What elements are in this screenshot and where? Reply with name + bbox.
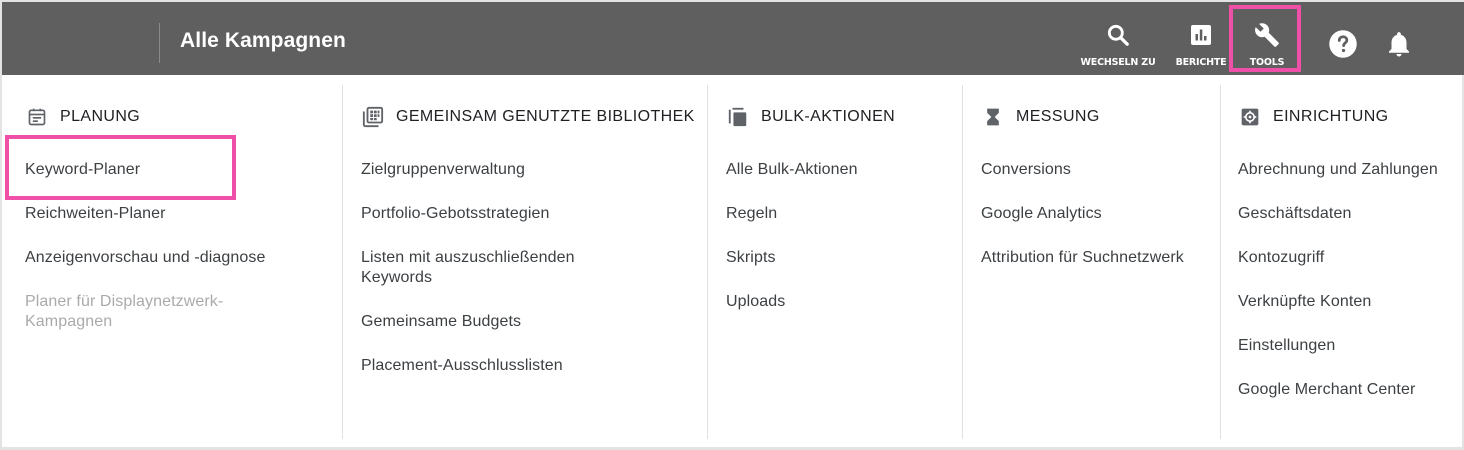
search-attribution-link[interactable]: Attribution für Suchnetzwerk <box>981 248 1184 268</box>
settings-icon <box>1239 106 1261 128</box>
wrench-icon <box>1254 22 1280 48</box>
account-access-link[interactable]: Kontozugriff <box>1238 248 1324 268</box>
uploads-link[interactable]: Uploads <box>726 292 785 312</box>
column-divider <box>707 85 708 439</box>
business-data-link[interactable]: Geschäftsdaten <box>1238 204 1351 224</box>
shared-library-heading: GEMEINSAM GENUTZTE BIBLIOTHEK <box>362 106 695 128</box>
conversions-link[interactable]: Conversions <box>981 160 1071 180</box>
tools-button[interactable]: TOOLS <box>1234 2 1300 75</box>
shared-budgets-link[interactable]: Gemeinsame Budgets <box>361 312 521 332</box>
reports-button[interactable]: BERICHTE <box>1172 2 1230 75</box>
setup-heading: EINRICHTUNG <box>1239 106 1389 128</box>
column-divider <box>1220 85 1221 439</box>
switch-to-label: WECHSELN ZU <box>1080 57 1156 68</box>
settings-link[interactable]: Einstellungen <box>1238 336 1335 356</box>
bulk-actions-heading: BULK-AKTIONEN <box>727 106 895 128</box>
billing-link[interactable]: Abrechnung und Zahlungen <box>1238 160 1438 180</box>
placement-exclusion-lists-link[interactable]: Placement-Ausschlusslisten <box>361 356 563 376</box>
hourglass-icon <box>982 106 1004 128</box>
column-divider <box>342 85 343 439</box>
google-analytics-link[interactable]: Google Analytics <box>981 204 1102 224</box>
portfolio-bid-strategies-link[interactable]: Portfolio-Gebotsstrategien <box>361 204 549 224</box>
planning-heading: PLANUNG <box>26 106 140 128</box>
reports-label: BERICHTE <box>1175 57 1227 68</box>
all-bulk-actions-link[interactable]: Alle Bulk-Aktionen <box>726 160 858 180</box>
display-planner-link: Planer für Displaynetzwerk-Kampagnen <box>25 293 224 330</box>
column-divider <box>962 85 963 439</box>
audience-manager-link[interactable]: Zielgruppenverwaltung <box>361 160 525 180</box>
scripts-link[interactable]: Skripts <box>726 248 776 268</box>
top-bar: Alle Kampagnen WECHSELN ZU BERICHTE TOOL… <box>2 2 1464 75</box>
merchant-center-link[interactable]: Google Merchant Center <box>1238 380 1415 400</box>
page-title: Alle Kampagnen <box>180 29 346 52</box>
bell-icon[interactable] <box>1384 29 1414 59</box>
planning-heading-label: PLANUNG <box>60 108 141 125</box>
copy-icon <box>727 106 749 128</box>
header-divider <box>159 23 160 63</box>
tools-menu-panel: PLANUNG Keyword-Planer Reichweiten-Plane… <box>2 75 1462 447</box>
shared-library-heading-label: GEMEINSAM GENUTZTE BIBLIOTHEK <box>396 108 695 125</box>
calendar-icon <box>26 106 48 128</box>
library-icon <box>362 106 384 128</box>
reach-planner-link[interactable]: Reichweiten-Planer <box>25 204 166 224</box>
bulk-actions-heading-label: BULK-AKTIONEN <box>761 108 896 125</box>
ad-preview-link[interactable]: Anzeigenvorschau und -diagnose <box>25 248 266 268</box>
setup-heading-label: EINRICHTUNG <box>1273 108 1389 125</box>
measurement-heading: MESSUNG <box>982 106 1100 128</box>
bar-chart-icon <box>1188 22 1214 48</box>
keyword-planner-link[interactable]: Keyword-Planer <box>25 160 140 180</box>
linked-accounts-link[interactable]: Verknüpfte Konten <box>1238 292 1371 312</box>
help-icon[interactable] <box>1328 29 1358 59</box>
switch-to-button[interactable]: WECHSELN ZU <box>1076 2 1160 75</box>
negative-keyword-lists-link[interactable]: Listen mit auszuschließenden Keywords <box>361 248 601 288</box>
rules-link[interactable]: Regeln <box>726 204 777 224</box>
search-icon <box>1105 22 1131 48</box>
tools-label: TOOLS <box>1249 57 1285 68</box>
measurement-heading-label: MESSUNG <box>1016 108 1100 125</box>
